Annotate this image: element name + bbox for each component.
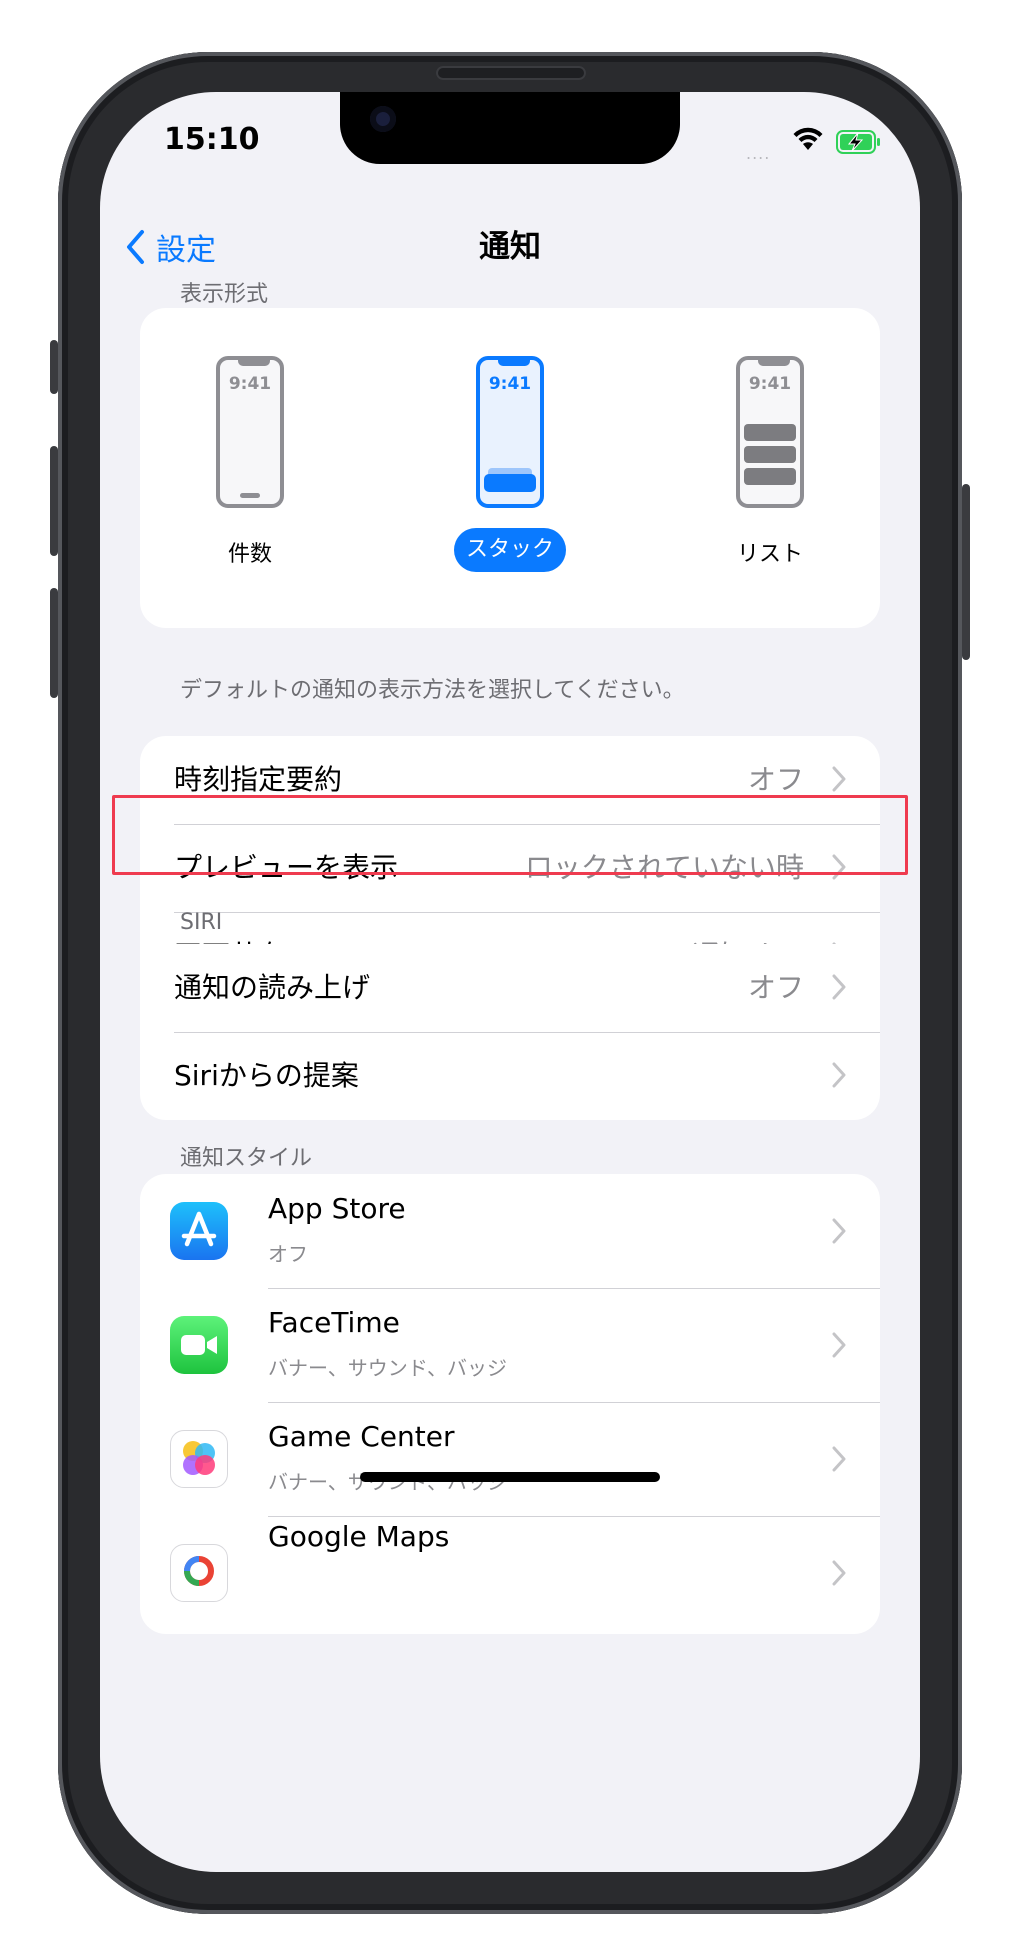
game-center-icon — [170, 1430, 228, 1488]
app-name: Google Maps — [268, 1520, 450, 1553]
app-row-game-center[interactable]: Game Center バナー、サウンド、バッジ — [140, 1402, 880, 1516]
battery-icon — [836, 130, 880, 154]
mini-notch — [498, 360, 530, 366]
app-row-facetime[interactable]: FaceTime バナー、サウンド、バッジ — [140, 1288, 880, 1402]
preview-time: 9:41 — [488, 374, 532, 394]
option-label-list: リスト — [736, 542, 803, 567]
app-store-icon — [170, 1202, 228, 1260]
count-preview-icon: 9:41 — [216, 356, 284, 508]
chevron-right-icon — [832, 1446, 846, 1472]
cellular-signal-icon: .... — [746, 144, 771, 163]
list-item-bar — [744, 446, 796, 463]
row-label: Siriからの提案 — [174, 1059, 359, 1092]
display-option-count[interactable]: 9:41 件数 — [150, 308, 350, 628]
display-option-stack[interactable]: 9:41 スタック — [410, 308, 610, 628]
app-row-app-store[interactable]: App Store オフ — [140, 1174, 880, 1288]
row-label: 通知の読み上げ — [174, 971, 371, 1004]
siri-header: SIRI — [180, 910, 223, 935]
row-value: オフ — [747, 971, 804, 1004]
speaker-grille — [436, 66, 586, 80]
display-style-footnote: デフォルトの通知の表示方法を選択してください。 — [180, 678, 685, 703]
mini-notch — [238, 360, 270, 366]
option-label-count: 件数 — [227, 542, 272, 567]
app-name: App Store — [268, 1192, 406, 1225]
siri-card: 通知の読み上げ オフ Siriからの提案 — [140, 944, 880, 1120]
app-row-google-maps[interactable]: Google Maps — [140, 1516, 880, 1630]
power-button — [962, 484, 970, 660]
display-style-header: 表示形式 — [180, 282, 269, 307]
display-option-list[interactable]: 9:41 リスト — [670, 308, 870, 628]
volume-down-button — [50, 588, 58, 698]
home-indicator[interactable] — [360, 1472, 660, 1482]
stack-preview-icon: 9:41 — [476, 356, 544, 508]
preview-time: 9:41 — [748, 374, 792, 394]
chevron-right-icon — [832, 1218, 846, 1244]
app-name: Game Center — [268, 1420, 455, 1453]
list-item-bar — [744, 468, 796, 485]
option-label-stack: スタック — [454, 528, 566, 572]
chevron-right-icon — [832, 766, 846, 792]
list-preview-icon: 9:41 — [736, 356, 804, 508]
notch — [340, 92, 680, 164]
wifi-icon — [793, 127, 823, 150]
chevron-right-icon — [832, 974, 846, 1000]
volume-up-button — [50, 446, 58, 556]
mini-notch — [758, 360, 790, 366]
chevron-right-icon — [832, 1062, 846, 1088]
highlight-box — [112, 795, 908, 875]
facetime-icon — [170, 1316, 228, 1374]
chevron-right-icon — [832, 1332, 846, 1358]
google-maps-icon — [170, 1544, 228, 1602]
count-pill — [240, 493, 260, 498]
list-item-bar — [744, 424, 796, 441]
front-camera — [370, 106, 396, 132]
app-status: オフ — [268, 1242, 308, 1266]
chevron-right-icon — [832, 1560, 846, 1586]
status-time: 15:10 — [164, 122, 260, 157]
display-style-card: 9:41 件数 9:41 スタック 9:41 リスト — [140, 308, 880, 628]
app-name: FaceTime — [268, 1306, 400, 1339]
row-siri-suggestions[interactable]: Siriからの提案 — [140, 1032, 880, 1120]
preview-time: 9:41 — [228, 374, 272, 394]
notification-style-card: App Store オフ FaceTime バナー、サウンド、バッジ Game … — [140, 1174, 880, 1634]
notification-style-header: 通知スタイル — [180, 1146, 313, 1171]
mute-switch — [50, 340, 58, 394]
screen: 15:10 .... 設定 通知 表示形式 9:41 件数 9:41 スタック … — [100, 92, 920, 1872]
stack-card-front — [484, 474, 536, 492]
app-status: バナー、サウンド、バッジ — [268, 1356, 507, 1380]
row-announce-notifications[interactable]: 通知の読み上げ オフ — [140, 944, 880, 1032]
